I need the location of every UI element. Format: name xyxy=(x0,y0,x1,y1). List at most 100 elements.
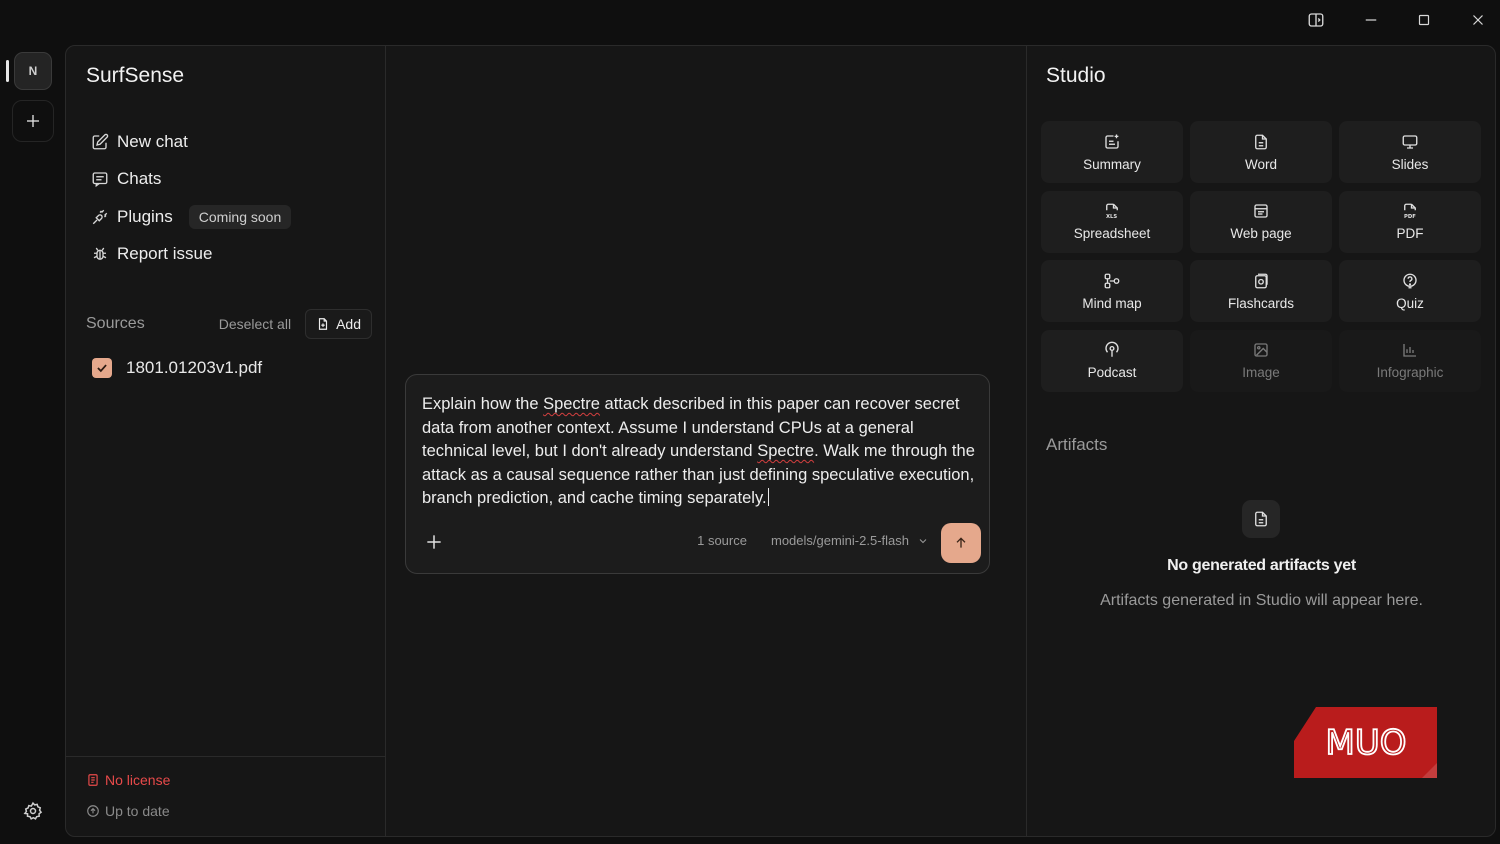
add-source-button[interactable]: Add xyxy=(305,309,372,339)
svg-text:XLS: XLS xyxy=(1106,214,1117,220)
add-label: Add xyxy=(336,316,361,332)
sidebar-nav: New chat Chats Plugins Coming soon Repor… xyxy=(86,123,366,273)
tile-label: Flashcards xyxy=(1227,295,1295,311)
maximize-button[interactable] xyxy=(1408,6,1440,34)
nav-new-chat[interactable]: New chat xyxy=(86,123,366,161)
update-label: Up to date xyxy=(105,803,170,819)
tile-infographic: Infographic xyxy=(1339,329,1481,392)
muo-logo: MUO xyxy=(1294,707,1437,778)
settings-button[interactable] xyxy=(20,798,46,824)
tile-spreadsheet[interactable]: XLS Spreadsheet xyxy=(1041,190,1183,253)
workspace-avatar[interactable]: N xyxy=(14,52,52,90)
source-checkbox[interactable] xyxy=(92,358,112,378)
tile-flashcards[interactable]: Flashcards xyxy=(1190,260,1332,322)
sources-header: Sources Deselect all Add xyxy=(86,308,372,340)
tile-pdf[interactable]: PDF PDF xyxy=(1339,190,1481,253)
message-icon xyxy=(92,172,108,188)
plug-icon xyxy=(92,209,108,224)
sidebar: SurfSense New chat Chats Plugins Coming … xyxy=(66,46,386,836)
artifacts-title: Artifacts xyxy=(1046,435,1108,454)
sources-title: Sources xyxy=(86,315,145,332)
tile-web-page[interactable]: Web page xyxy=(1190,190,1332,253)
presentation-icon xyxy=(1402,134,1418,149)
nav-chats[interactable]: Chats xyxy=(86,161,366,199)
source-name: 1801.01203v1.pdf xyxy=(126,358,263,377)
nav-report-issue[interactable]: Report issue xyxy=(86,236,366,274)
nav-plugins[interactable]: Plugins Coming soon xyxy=(86,198,366,236)
studio-tiles: Summary Word Slides XLS Spreadsheet Web … xyxy=(1041,121,1483,392)
chart-icon xyxy=(1403,344,1416,357)
tile-word[interactable]: Word xyxy=(1190,121,1332,183)
empty-artifacts-title: No generated artifacts yet xyxy=(1167,557,1356,574)
spreadsheet-icon: XLS xyxy=(1106,203,1118,220)
tile-image: Image xyxy=(1190,329,1332,392)
tile-slides[interactable]: Slides xyxy=(1339,121,1481,183)
license-label: No license xyxy=(105,772,171,788)
composer-meta: 1 source models/gemini-2.5-flash xyxy=(697,533,929,548)
tile-label: Word xyxy=(1244,156,1277,172)
prompt-input[interactable]: Explain how the Spectre attack described… xyxy=(422,393,977,511)
document-icon xyxy=(1255,134,1267,149)
nav-label: Report issue xyxy=(117,244,213,264)
chevron-down-icon xyxy=(919,538,927,543)
send-button[interactable] xyxy=(941,523,981,563)
empty-artifacts-subtitle: Artifacts generated in Studio will appea… xyxy=(1100,592,1423,609)
minimize-button[interactable] xyxy=(1355,6,1387,34)
tile-label: Spreadsheet xyxy=(1073,226,1151,241)
chat-area: Explain how the Spectre attack described… xyxy=(386,46,1026,836)
main-panel: SurfSense New chat Chats Plugins Coming … xyxy=(65,45,1496,837)
svg-text:PDF: PDF xyxy=(1404,214,1416,220)
webpage-icon xyxy=(1254,204,1268,218)
sidebar-toggle-icon[interactable] xyxy=(1300,6,1332,34)
tile-quiz[interactable]: Quiz xyxy=(1339,260,1481,322)
attach-button[interactable] xyxy=(420,528,448,556)
tile-podcast[interactable]: Podcast xyxy=(1041,329,1183,392)
license-status[interactable]: No license xyxy=(86,772,170,788)
close-button[interactable] xyxy=(1462,6,1494,34)
plus-icon xyxy=(27,115,39,127)
deselect-all-button[interactable]: Deselect all xyxy=(219,316,291,332)
tile-label: Slides xyxy=(1391,156,1429,172)
model-selector[interactable]: models/gemini-2.5-flash xyxy=(771,533,929,548)
misspelled-word: Spectre xyxy=(543,395,600,413)
tile-label: Infographic xyxy=(1376,365,1444,380)
empty-artifacts-icon xyxy=(1242,500,1280,538)
sidebar-footer: No license Up to date xyxy=(66,756,385,836)
arrow-up-icon xyxy=(956,537,966,548)
bug-icon xyxy=(93,247,107,261)
mindmap-icon xyxy=(1104,273,1120,288)
active-indicator xyxy=(6,60,9,82)
gear-icon xyxy=(23,801,43,820)
tile-label: Image xyxy=(1242,365,1280,380)
tile-label: Mind map xyxy=(1082,295,1142,311)
tile-label: Podcast xyxy=(1087,365,1137,380)
tile-mind-map[interactable]: Mind map xyxy=(1041,260,1183,322)
tile-label: PDF xyxy=(1396,226,1424,241)
tile-label: Summary xyxy=(1083,156,1141,172)
coming-soon-badge: Coming soon xyxy=(188,204,292,229)
summary-icon xyxy=(1105,134,1119,149)
quiz-icon xyxy=(1403,273,1417,288)
misspelled-word: Spectre xyxy=(757,442,815,460)
document-icon xyxy=(1255,511,1267,527)
source-count[interactable]: 1 source xyxy=(697,533,747,548)
file-plus-icon xyxy=(318,318,328,330)
logo-text: MUO xyxy=(1326,723,1407,763)
chat-composer[interactable]: Explain how the Spectre attack described… xyxy=(405,374,990,574)
text-caret xyxy=(767,488,769,506)
podcast-icon xyxy=(1105,341,1119,357)
add-workspace-button[interactable] xyxy=(12,100,54,142)
tile-label: Web page xyxy=(1230,226,1292,241)
app-brand: SurfSense xyxy=(86,64,185,87)
edit-icon xyxy=(92,133,109,150)
image-icon xyxy=(1254,343,1268,357)
source-item[interactable]: 1801.01203v1.pdf xyxy=(92,358,262,378)
model-name: models/gemini-2.5-flash xyxy=(770,533,909,548)
nav-label: Plugins xyxy=(117,206,173,226)
tile-label: Quiz xyxy=(1396,295,1424,311)
check-icon xyxy=(97,364,107,373)
nav-label: Chats xyxy=(117,169,162,189)
tile-summary[interactable]: Summary xyxy=(1041,121,1183,183)
window-titlebar xyxy=(0,0,1500,44)
update-status[interactable]: Up to date xyxy=(86,803,170,819)
